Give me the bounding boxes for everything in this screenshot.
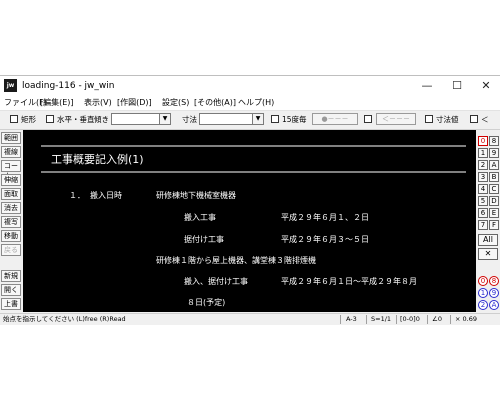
layer-a-button[interactable]: A — [489, 160, 499, 170]
menu-settings[interactable]: 設定(S) — [162, 97, 189, 109]
tool-erase[interactable]: 消去 — [1, 202, 21, 214]
group-a-button[interactable]: A — [489, 300, 499, 310]
title-bar: jw loading-116 - jw_win — ☐ ✕ — [0, 76, 500, 96]
status-separator — [396, 315, 397, 324]
hv-checkbox[interactable] — [46, 115, 54, 123]
deg15-checkbox[interactable] — [271, 115, 279, 123]
left-tool-panel: 範囲 複線 コーナー 伸縮 面取 消去 複写 移動 戻る 新規 開く 上書 — [0, 130, 22, 312]
hv-label: 水平・垂直 — [57, 115, 95, 124]
status-scale[interactable]: S=1/1 — [371, 315, 391, 324]
layer-4-button[interactable]: 4 — [478, 184, 488, 194]
jw-win-window: jw loading-116 - jw_win — ☐ ✕ ファイル(F) [編… — [0, 75, 500, 325]
status-separator — [427, 315, 428, 324]
arrow-checkbox[interactable] — [364, 115, 372, 123]
row2-label: 据付け工事 — [184, 234, 224, 244]
arrow-line-button[interactable]: ＜－－－ — [376, 113, 416, 125]
app-icon: jw — [4, 79, 17, 92]
layer-panel: 0 8 1 9 2 A 3 B 4 C 5 D 6 E 7 F All ✕ 0 … — [477, 130, 500, 312]
rect-label: 矩形 — [21, 115, 36, 124]
close-button[interactable]: ✕ — [471, 76, 500, 96]
minimize-button[interactable]: — — [412, 76, 442, 96]
tool-new[interactable]: 新規 — [1, 270, 21, 282]
close-icon[interactable]: ✕ — [478, 248, 498, 260]
row1-label: 搬入工事 — [184, 212, 216, 222]
deg15-label: 15度毎 — [282, 115, 307, 124]
menu-edit[interactable]: [編集(E)] — [40, 97, 74, 109]
status-separator — [340, 315, 341, 324]
tool-range[interactable]: 範囲 — [1, 132, 21, 144]
tool-corner[interactable]: コーナー — [1, 160, 21, 180]
tool-move[interactable]: 移動 — [1, 230, 21, 242]
layer-2-button[interactable]: 2 — [478, 160, 488, 170]
layer-b-button[interactable]: B — [489, 172, 499, 182]
lt-label: ＜ — [481, 115, 489, 124]
tool-undo[interactable]: 戻る — [1, 244, 21, 256]
menu-view[interactable]: 表示(V) — [84, 97, 112, 109]
menu-help[interactable]: ヘルプ(H) — [238, 97, 274, 109]
tool-stretch[interactable]: 伸縮 — [1, 174, 21, 186]
tool-chamfer[interactable]: 面取 — [1, 188, 21, 200]
layer-1-button[interactable]: 1 — [478, 148, 488, 158]
row1-value: 平成２９年６月１、２日 — [281, 212, 369, 222]
dim-label: 寸法 — [182, 115, 197, 124]
chevron-down-icon[interactable]: ▼ — [159, 114, 170, 124]
tilt-combo[interactable]: ▼ — [111, 113, 171, 125]
status-paper[interactable]: A-3 — [346, 315, 357, 324]
status-angle[interactable]: ∠0 — [432, 315, 442, 324]
tool-offset[interactable]: 複線 — [1, 146, 21, 158]
tilt-label: 傾き — [94, 115, 109, 124]
layer-c-button[interactable]: C — [489, 184, 499, 194]
status-zoom[interactable]: × 0.69 — [455, 315, 477, 324]
layer-8-button[interactable]: 8 — [489, 136, 499, 146]
tool-save[interactable]: 上書 — [1, 298, 21, 310]
row3-value: 平成２９年６月１日～平成２９年８月 — [281, 276, 417, 286]
layer-f-button[interactable]: F — [489, 220, 499, 230]
group-2-button[interactable]: 2 — [478, 300, 488, 310]
dim-combo[interactable]: ▼ — [199, 113, 264, 125]
rect-checkbox[interactable] — [10, 115, 18, 123]
layer-9-button[interactable]: 9 — [489, 148, 499, 158]
item-number: １． — [69, 191, 85, 200]
chevron-down-icon[interactable]: ▼ — [252, 114, 263, 124]
dim-value-checkbox[interactable] — [425, 115, 433, 123]
status-hint: 始点を指示してください (L)free (R)Read — [3, 315, 126, 323]
row2-value: 平成２９年６月３～５日 — [281, 234, 369, 244]
group-9-button[interactable]: 9 — [489, 288, 499, 298]
layer-3-button[interactable]: 3 — [478, 172, 488, 182]
tool-open[interactable]: 開く — [1, 284, 21, 296]
item-label: 搬入日時 — [90, 190, 122, 200]
row3-continued: ８日(予定) — [187, 297, 225, 307]
menu-bar: ファイル(F) [編集(E)] 表示(V) [作図(D)] 設定(S) [その他… — [0, 96, 500, 111]
group-0-button[interactable]: 0 — [478, 276, 488, 286]
layer-e-button[interactable]: E — [489, 208, 499, 218]
status-bar: 始点を指示してください (L)free (R)Read A-3 S=1/1 [0… — [0, 313, 500, 325]
layer-6-button[interactable]: 6 — [478, 208, 488, 218]
menu-other[interactable]: [その他(A)] — [194, 97, 236, 109]
line1-place: 研修棟地下機械室機器 — [156, 190, 236, 200]
group-1-button[interactable]: 1 — [478, 288, 488, 298]
layer-5-button[interactable]: 5 — [478, 196, 488, 206]
drawing-heading: 工事概要記入例(1) — [51, 152, 144, 166]
dim-value-label: 寸法値 — [436, 115, 459, 124]
layer-0-button[interactable]: 0 — [478, 136, 488, 146]
control-toolbar: 矩形 水平・垂直 傾き ▼ 寸法 ▼ 15度毎 ●－－－ ＜－－－ 寸法値 ＜ — [0, 111, 500, 130]
menu-draw[interactable]: [作図(D)] — [117, 97, 152, 109]
maximize-button[interactable]: ☐ — [442, 76, 472, 96]
status-layer[interactable]: [0-0]0 — [400, 315, 420, 324]
layer-7-button[interactable]: 7 — [478, 220, 488, 230]
dot-line-button[interactable]: ●－－－ — [312, 113, 358, 125]
drawing-svg: 工事概要記入例(1) １． 搬入日時 研修棟地下機械室機器 搬入工事 平成２９年… — [41, 145, 466, 307]
window-title: loading-116 - jw_win — [22, 81, 115, 91]
status-separator — [450, 315, 451, 324]
row3-label: 搬入、据付け工事 — [184, 276, 248, 286]
layer-d-button[interactable]: D — [489, 196, 499, 206]
line2-place: 研修棟１階から屋上機器、講堂棟３階排煙機 — [156, 255, 316, 265]
drawing-canvas[interactable]: 工事概要記入例(1) １． 搬入日時 研修棟地下機械室機器 搬入工事 平成２９年… — [23, 130, 476, 312]
lt-checkbox[interactable] — [470, 115, 478, 123]
group-8-button[interactable]: 8 — [489, 276, 499, 286]
status-separator — [366, 315, 367, 324]
all-layers-button[interactable]: All — [478, 234, 498, 246]
tool-copy[interactable]: 複写 — [1, 216, 21, 228]
